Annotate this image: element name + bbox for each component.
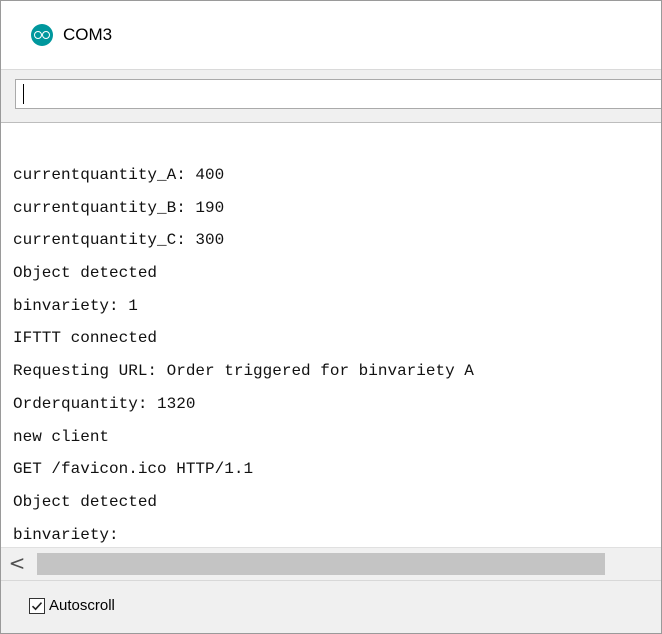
autoscroll-checkbox[interactable] (29, 597, 45, 614)
checkmark-icon (31, 601, 43, 610)
output-line: Orderquantity: 1320 (13, 394, 196, 413)
output-line: new client (13, 427, 110, 446)
output-line: Object detected (13, 264, 158, 283)
scroll-left-icon[interactable]: < (3, 552, 31, 576)
horizontal-scrollbar[interactable]: < (1, 547, 661, 580)
output-line: GET /favicon.ico HTTP/1.1 (13, 460, 254, 479)
serial-output[interactable]: currentquantity_A: 400 currentquantity_B:… (1, 123, 661, 547)
autoscroll-label: Autoscroll (49, 597, 115, 614)
arduino-icon (31, 24, 53, 46)
output-line: binvariety: 1 (13, 296, 138, 315)
output-lines: currentquantity_A: 400 currentquantity_B:… (1, 123, 661, 547)
serial-monitor-window: COM3 currentquantity_A: 400 currentquanti… (0, 0, 662, 634)
window-title: COM3 (63, 25, 113, 44)
scrollbar-thumb[interactable] (37, 553, 605, 575)
footer-bar: Autoscroll (1, 580, 661, 633)
send-input[interactable] (15, 79, 661, 109)
output-line: currentquantity_A: 400 (13, 166, 225, 184)
output-line: currentquantity_C: 300 (13, 231, 225, 250)
output-line: currentquantity_B: 190 (13, 198, 225, 217)
output-line: Requesting URL: Order triggered for binv… (13, 362, 474, 381)
text-caret (23, 84, 24, 104)
output-line: IFTTT connected (13, 329, 158, 348)
title-bar: COM3 (1, 1, 661, 69)
output-line: binvariety: (13, 525, 119, 544)
output-line: Object detected (13, 492, 158, 511)
send-row (1, 69, 661, 123)
autoscroll-toggle[interactable]: Autoscroll (29, 597, 115, 614)
